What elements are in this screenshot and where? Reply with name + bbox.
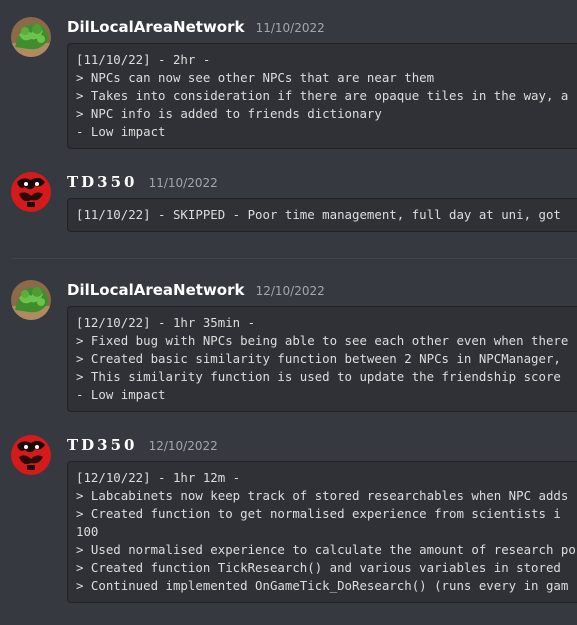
code-block: [11/10/22] - 2hr - > NPCs can now see ot…: [67, 43, 577, 149]
message-header: TD350 11/10/2022: [67, 172, 218, 191]
code-line: > This similarity function is used to up…: [76, 369, 561, 384]
plant-avatar-icon[interactable]: [11, 17, 51, 57]
message-header: TD350 12/10/2022: [67, 435, 218, 454]
author-name[interactable]: DilLocalAreaNetwork: [67, 281, 245, 299]
message-header: DilLocalAreaNetwork 12/10/2022: [67, 280, 325, 299]
code-block: [12/10/22] - 1hr 12m - > Labcabinets now…: [67, 461, 577, 603]
plant-avatar-icon[interactable]: [11, 280, 51, 320]
red-dragon-avatar-icon[interactable]: [11, 172, 51, 212]
date-divider: [12, 258, 577, 259]
code-line: [11/10/22] - 2hr -: [76, 52, 211, 67]
code-line: > Created basic similarity function betw…: [76, 351, 561, 366]
code-line: > NPCs can now see other NPCs that are n…: [76, 70, 435, 85]
timestamp[interactable]: 11/10/2022: [256, 21, 325, 35]
code-line: - Low impact: [76, 387, 166, 402]
code-line: > Created function TickResearch() and va…: [76, 560, 561, 575]
code-line: > Takes into consideration if there are …: [76, 88, 569, 103]
code-line: > Created function to get normalised exp…: [76, 506, 561, 521]
code-line: > Used normalised experience to calculat…: [76, 542, 576, 557]
code-line: [12/10/22] - 1hr 12m -: [76, 470, 241, 485]
code-line: 100: [76, 524, 99, 539]
author-name[interactable]: TD350: [67, 173, 137, 191]
message-list: DilLocalAreaNetwork 11/10/2022 [11/10/22…: [0, 0, 577, 625]
message-header: DilLocalAreaNetwork 11/10/2022: [67, 17, 325, 36]
code-line: > Fixed bug with NPCs being able to see …: [76, 333, 569, 348]
code-line: [12/10/22] - 1hr 35min -: [76, 315, 256, 330]
timestamp[interactable]: 12/10/2022: [256, 284, 325, 298]
timestamp[interactable]: 11/10/2022: [149, 176, 218, 190]
code-line: > Continued implemented OnGameTick_DoRes…: [76, 578, 569, 593]
timestamp[interactable]: 12/10/2022: [149, 439, 218, 453]
red-dragon-avatar-icon[interactable]: [11, 435, 51, 475]
code-line: > Labcabinets now keep track of stored r…: [76, 488, 569, 503]
code-line: - Low impact: [76, 124, 166, 139]
code-line: > NPC info is added to friends dictionar…: [76, 106, 382, 121]
code-block: [11/10/22] - SKIPPED - Poor time managem…: [67, 198, 577, 232]
code-line: [11/10/22] - SKIPPED - Poor time managem…: [76, 207, 561, 222]
code-block: [12/10/22] - 1hr 35min - > Fixed bug wit…: [67, 306, 577, 412]
author-name[interactable]: TD350: [67, 436, 137, 454]
author-name[interactable]: DilLocalAreaNetwork: [67, 18, 245, 36]
